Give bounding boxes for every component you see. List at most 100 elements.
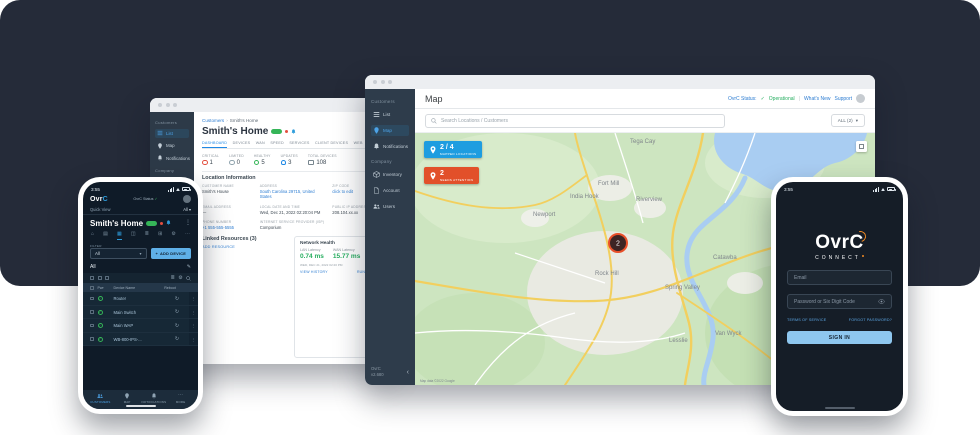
tab-web[interactable]: Web: [354, 141, 363, 148]
detail-content: Customers › Smith's Home Smith's Home Da…: [194, 112, 390, 364]
multi-select-icon[interactable]: [98, 276, 102, 280]
sidebar-item-users[interactable]: Users: [371, 201, 409, 212]
tab-grid-icon[interactable]: ⊞: [158, 231, 162, 240]
table-row[interactable]: ✓ WB-800-IPS-... ↻ ⋮: [83, 333, 198, 347]
terms-link[interactable]: TERMS OF SERVICE: [787, 318, 826, 322]
maximize-window-button[interactable]: [388, 80, 392, 84]
row-menu[interactable]: ⋮: [189, 306, 198, 319]
nav-more[interactable]: ⋯ More: [167, 393, 194, 404]
select-all-checkbox[interactable]: [90, 286, 94, 290]
reboot-icon[interactable]: ↻: [169, 309, 185, 315]
reboot-icon[interactable]: ↻: [169, 296, 185, 302]
needs-attention-chip[interactable]: 2 NEEDS ATTENTION: [424, 167, 479, 184]
device-name[interactable]: Router: [114, 296, 166, 301]
home-indicator: [126, 405, 156, 408]
gear-icon[interactable]: ⚙: [178, 276, 182, 281]
device-name[interactable]: WB-800-IPS-...: [114, 337, 166, 342]
tab-wan[interactable]: WAN: [256, 141, 265, 148]
row-checkbox[interactable]: [90, 310, 94, 314]
chevron-down-icon: ▾: [189, 207, 191, 212]
close-window-button[interactable]: [373, 80, 377, 84]
add-resource-link[interactable]: ADD RESOURCE: [202, 245, 286, 249]
breadcrumb-customers-link[interactable]: Customers: [202, 118, 224, 123]
add-device-button[interactable]: + ADD DEVICE: [151, 248, 191, 259]
minimize-window-button[interactable]: [166, 103, 170, 107]
cluster-marker[interactable]: 2: [609, 234, 627, 252]
tab-devices[interactable]: Devices: [233, 141, 251, 148]
search-icon[interactable]: [186, 276, 191, 281]
tab-devices-icon[interactable]: ▦: [117, 231, 122, 240]
row-menu[interactable]: ⋮: [189, 292, 198, 305]
email-input[interactable]: [794, 275, 885, 281]
nav-customers[interactable]: Customers: [87, 393, 114, 404]
whats-new-link[interactable]: What's New: [804, 96, 831, 102]
sidebar-item-map[interactable]: Map: [371, 125, 409, 136]
tab-services-icon[interactable]: ≣: [145, 231, 149, 240]
select-icon[interactable]: [90, 276, 94, 280]
nav-map[interactable]: Map: [114, 393, 141, 404]
device-name[interactable]: Main WAP: [114, 323, 166, 328]
sidebar-item-notifications[interactable]: Notifications: [371, 141, 409, 152]
row-checkbox[interactable]: [90, 297, 94, 301]
table-row[interactable]: ✓ Main WAP ↻ ⋮: [83, 319, 198, 333]
tab-dashboard[interactable]: Dashboard: [202, 141, 227, 148]
notification-bell-icon[interactable]: [166, 220, 171, 226]
tab-home-icon[interactable]: ⌂: [91, 231, 94, 240]
avatar[interactable]: [183, 195, 191, 203]
sidebar-item-notifications[interactable]: Notifications: [155, 154, 189, 163]
email-field[interactable]: [787, 270, 892, 285]
tab-rooms-icon[interactable]: ◫: [131, 231, 136, 240]
table-row[interactable]: ✓ Router ↻ ⋮: [83, 292, 198, 306]
sidebar-item-label: Notifications: [166, 156, 190, 161]
view-history-link[interactable]: VIEW HISTORY: [300, 270, 328, 274]
device-filter-dropdown[interactable]: All ▾: [90, 248, 147, 259]
tab-more-icon[interactable]: ⋯: [185, 231, 190, 240]
row-menu[interactable]: ⋮: [189, 333, 198, 346]
window-titlebar: [150, 98, 390, 112]
search-box[interactable]: [425, 114, 725, 128]
table-row[interactable]: ✓ Main Switch ↻ ⋮: [83, 306, 198, 320]
sidebar-item-list[interactable]: List: [155, 129, 189, 138]
tab-client-devices[interactable]: Client Devices: [315, 141, 348, 148]
notification-bell-icon[interactable]: [291, 129, 296, 135]
tab-services[interactable]: Services: [289, 141, 309, 148]
maximize-window-button[interactable]: [173, 103, 177, 107]
row-checkbox[interactable]: [90, 324, 94, 328]
minimize-window-button[interactable]: [381, 80, 385, 84]
mapped-locations-chip[interactable]: 2 / 4 MAPPED LOCATIONS: [424, 141, 482, 158]
nav-notifications[interactable]: Notifications: [141, 393, 168, 404]
tab-settings-icon[interactable]: ⚙: [171, 231, 175, 240]
avatar[interactable]: [856, 94, 865, 103]
reboot-icon[interactable]: ↻: [169, 336, 185, 342]
row-menu[interactable]: ⋮: [189, 319, 198, 332]
row-checkbox[interactable]: [90, 337, 94, 341]
fullscreen-control[interactable]: [856, 141, 867, 152]
quick-filter-dropdown[interactable]: All ▾: [183, 207, 191, 212]
quick-view-link[interactable]: Quick View: [90, 207, 110, 212]
reboot-icon[interactable]: ↻: [169, 323, 185, 329]
search-input[interactable]: [441, 118, 719, 124]
device-name[interactable]: Main Switch: [114, 310, 166, 315]
sidebar-item-list[interactable]: List: [371, 109, 409, 120]
edit-icon[interactable]: ✎: [187, 264, 191, 270]
eye-icon[interactable]: [878, 299, 885, 304]
tab-speed[interactable]: Speed: [270, 141, 284, 148]
kebab-menu-icon[interactable]: ⋮: [185, 220, 191, 226]
status-pill-good: [271, 129, 282, 134]
location-filter-dropdown[interactable]: ALL (2) ▾: [831, 114, 865, 127]
password-input[interactable]: [794, 299, 874, 305]
clear-select-icon[interactable]: [105, 276, 109, 280]
ovrc-status-link[interactable]: OvrC Status:: [728, 96, 757, 102]
bell-icon: [157, 155, 163, 161]
support-link[interactable]: Support: [834, 96, 852, 102]
sidebar-collapse-icon[interactable]: ‹: [407, 368, 409, 377]
sign-in-button[interactable]: SIGN IN: [787, 331, 892, 344]
list-view-icon[interactable]: ≣: [171, 276, 175, 281]
password-field[interactable]: [787, 294, 892, 309]
sidebar-item-map[interactable]: Map: [155, 141, 189, 150]
sidebar-item-account[interactable]: Account: [371, 185, 409, 196]
sidebar-item-inventory[interactable]: Inventory: [371, 169, 409, 180]
close-window-button[interactable]: [158, 103, 162, 107]
tab-list-icon[interactable]: ▤: [103, 231, 108, 240]
forgot-password-link[interactable]: FORGOT PASSWORD?: [849, 318, 892, 322]
